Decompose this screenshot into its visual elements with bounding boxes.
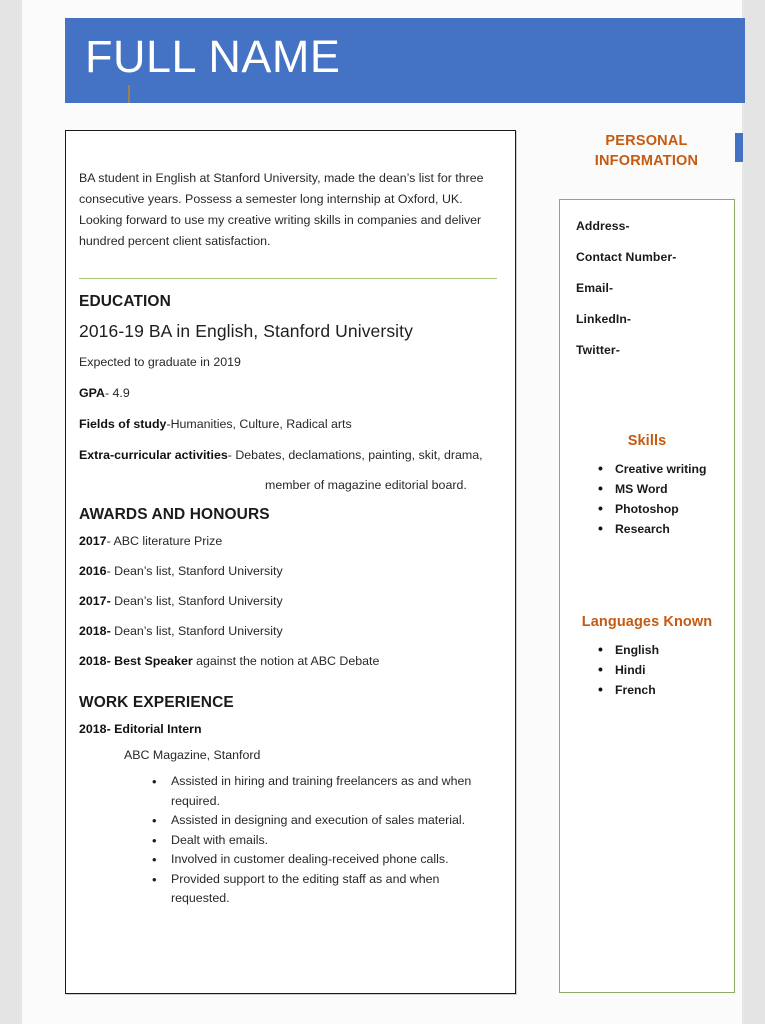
sidebar-heading: PERSONAL INFORMATION bbox=[594, 133, 699, 169]
award-text: Dean’s list, Stanford University bbox=[114, 594, 283, 609]
main-content-box: BA student in English at Stanford Univer… bbox=[65, 130, 516, 994]
skill-item: Research bbox=[598, 518, 734, 539]
award-text: Dean’s list, Stanford University bbox=[114, 564, 283, 579]
sidebar-box: Address- Contact Number- Email- LinkedIn- Tw… bbox=[559, 199, 735, 993]
award-year: 2017- bbox=[79, 594, 111, 609]
header-accent-tick bbox=[128, 85, 130, 103]
contact-item: Twitter- bbox=[576, 343, 620, 357]
award-highlight: Best Speaker bbox=[114, 654, 193, 669]
education-gpa: GPA- 4.9 bbox=[79, 385, 501, 402]
education-extracurricular: Extra-curricular activities- Debates, de… bbox=[79, 447, 501, 464]
award-year: 2018- bbox=[79, 654, 111, 669]
summary-text: BA student in English at Stanford Univer… bbox=[79, 171, 484, 248]
gpa-label: GPA bbox=[79, 386, 105, 401]
extra-label: Extra-curricular activities bbox=[79, 448, 228, 463]
contact-item: Contact Number- bbox=[576, 250, 677, 264]
languages-list: EnglishHindiFrench bbox=[560, 639, 734, 700]
award-year: 2018- bbox=[79, 624, 111, 639]
awards-heading: AWARDS AND HONOURS bbox=[79, 506, 270, 524]
work-job-title: 2018- Editorial Intern bbox=[79, 722, 202, 737]
education-degree: 2016-19 BA in English, Stanford Universi… bbox=[79, 321, 413, 342]
contact-item: LinkedIn- bbox=[576, 312, 632, 326]
education-extracurricular-continuation: member of magazine editorial board. bbox=[265, 478, 467, 493]
skills-title: Skills bbox=[627, 433, 667, 449]
work-heading: WORK EXPERIENCE bbox=[79, 694, 234, 712]
contact-item: Address- bbox=[576, 219, 630, 233]
languages-title: Languages Known bbox=[581, 614, 713, 630]
skills-list: Creative writingMS WordPhotoshopResearch bbox=[560, 458, 734, 539]
work-bullet-item: Involved in customer dealing-received ph… bbox=[152, 850, 501, 870]
award-item: 2018- Best Speaker against the notion at… bbox=[79, 654, 501, 668]
page-title: FULL NAME bbox=[85, 31, 341, 82]
skills-block: Skills Creative writingMS WordPhotoshopR… bbox=[560, 433, 734, 539]
work-bullet-item: Assisted in designing and execution of s… bbox=[152, 811, 501, 831]
skill-item: Photoshop bbox=[598, 498, 734, 519]
award-item: 2018- Dean’s list, Stanford University bbox=[79, 624, 501, 638]
education-heading: EDUCATION bbox=[79, 293, 171, 311]
work-bullet-item: Dealt with emails. bbox=[152, 831, 501, 851]
skill-item: Creative writing bbox=[598, 458, 734, 479]
award-item: 2017- ABC literature Prize bbox=[79, 534, 223, 549]
award-year: 2016 bbox=[79, 564, 107, 579]
extra-value: - Debates, declamations, painting, skit,… bbox=[227, 448, 483, 463]
summary-section: BA student in English at Stanford Univer… bbox=[66, 131, 515, 280]
sidebar-accent-marker bbox=[735, 133, 743, 162]
awards-section: AWARDS AND HONOURS 2017- ABC literature … bbox=[66, 506, 515, 668]
award-item: 2017- Dean’s list, Stanford University bbox=[79, 594, 501, 608]
award-text: ABC literature Prize bbox=[113, 534, 223, 549]
award-text: Dean’s list, Stanford University bbox=[114, 624, 283, 639]
work-bullet-list: Assisted in hiring and training freelanc… bbox=[79, 772, 501, 909]
contact-item: Email- bbox=[576, 281, 614, 295]
language-item: Hindi bbox=[598, 659, 734, 680]
work-organization: ABC Magazine, Stanford bbox=[124, 748, 261, 763]
language-item: French bbox=[598, 679, 734, 700]
education-fields: Fields of study-Humanities, Culture, Rad… bbox=[79, 416, 501, 433]
resume-page: FULL NAME BA student in English at Stanf… bbox=[22, 0, 745, 1024]
fields-value: -Humanities, Culture, Radical arts bbox=[166, 417, 352, 432]
work-section: WORK EXPERIENCE 2018- Editorial Intern A… bbox=[66, 694, 515, 909]
education-section: EDUCATION 2016-19 BA in English, Stanfor… bbox=[66, 293, 515, 492]
award-text: against the notion at ABC Debate bbox=[192, 654, 380, 669]
skill-item: MS Word bbox=[598, 478, 734, 499]
page-gutter-right bbox=[744, 0, 765, 1024]
work-bullet-item: Assisted in hiring and training freelanc… bbox=[152, 772, 501, 811]
summary-divider bbox=[79, 278, 497, 280]
gpa-value: - 4.9 bbox=[104, 386, 130, 401]
award-item: 2016- Dean’s list, Stanford University bbox=[79, 564, 283, 579]
page-gutter-left bbox=[0, 0, 20, 1024]
header-banner: FULL NAME bbox=[65, 18, 745, 103]
languages-block: Languages Known EnglishHindiFrench bbox=[560, 614, 734, 700]
work-bullet-item: Provided support to the editing staff as… bbox=[152, 870, 501, 909]
awards-list: 2017- ABC literature Prize 2016- Dean’s l… bbox=[79, 534, 501, 668]
fields-label: Fields of study bbox=[79, 417, 167, 432]
language-item: English bbox=[598, 639, 734, 660]
award-year: 2017 bbox=[79, 534, 107, 549]
contact-list: Address- Contact Number- Email- LinkedIn- Tw… bbox=[560, 200, 734, 357]
education-graduation: Expected to graduate in 2019 bbox=[79, 355, 241, 370]
